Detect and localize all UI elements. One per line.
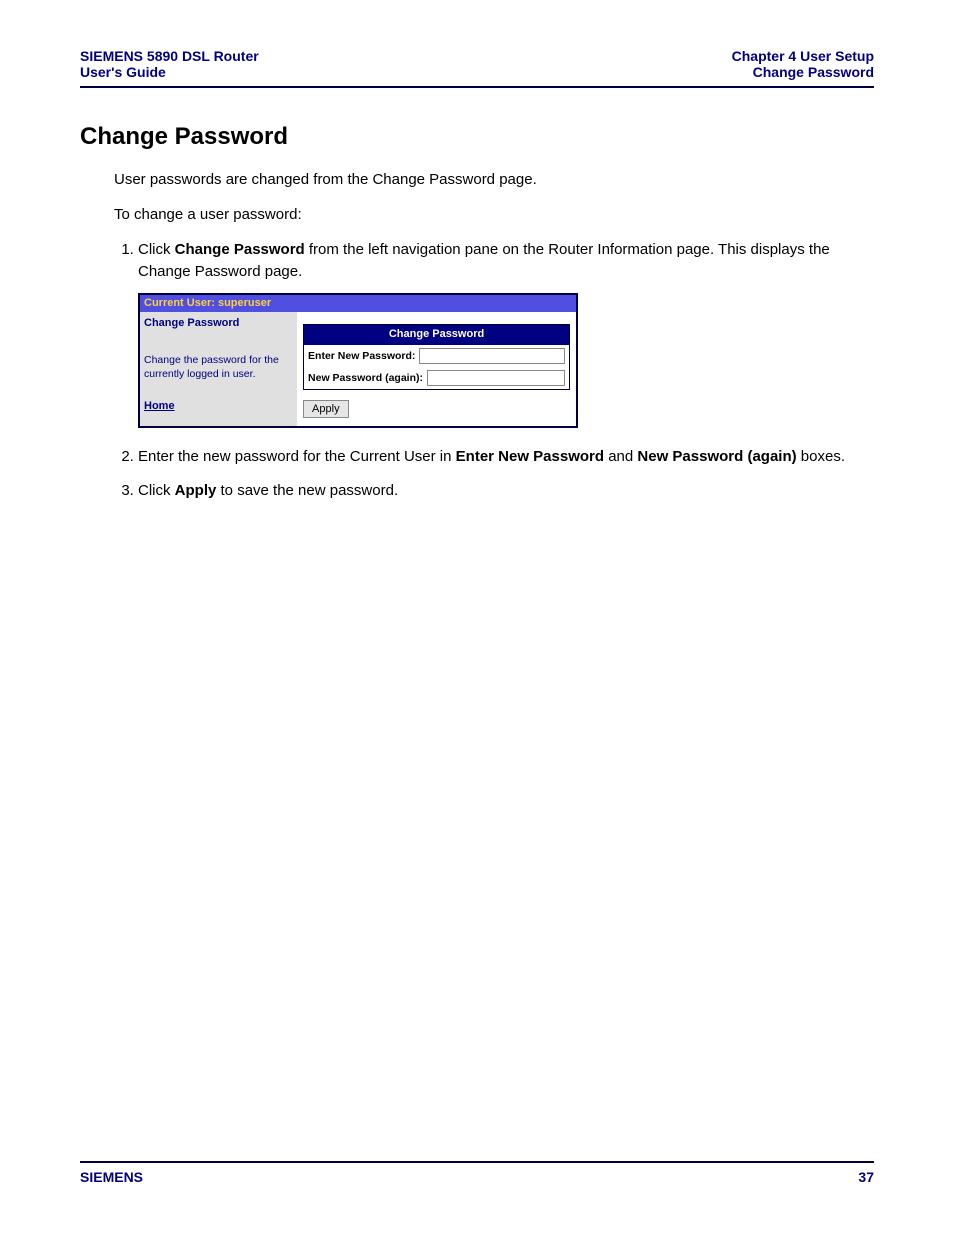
footer-page-number: 37 bbox=[858, 1169, 874, 1185]
step3-post: to save the new password. bbox=[216, 482, 398, 499]
step-1: Click Change Password from the left navi… bbox=[138, 239, 874, 428]
router-form-title: Change Password bbox=[304, 325, 569, 345]
step1-pre: Click bbox=[138, 241, 175, 258]
router-ui-screenshot: Current User: superuser Change Password … bbox=[138, 293, 578, 429]
footer-left: SIEMENS bbox=[80, 1169, 143, 1185]
router-sidebar: Change Password Change the password for … bbox=[140, 312, 297, 426]
apply-button[interactable]: Apply bbox=[303, 400, 349, 418]
router-topbar: Current User: superuser bbox=[140, 295, 576, 313]
router-sidebar-desc: Change the password for the currently lo… bbox=[144, 354, 293, 380]
step2-post: boxes. bbox=[797, 448, 845, 465]
router-sidebar-title: Change Password bbox=[144, 316, 293, 332]
page-title: Change Password bbox=[80, 123, 874, 151]
step1-bold: Change Password bbox=[175, 241, 305, 258]
intro-text-1: User passwords are changed from the Chan… bbox=[114, 169, 874, 190]
step-2: Enter the new password for the Current U… bbox=[138, 446, 874, 468]
step2-pre: Enter the new password for the Current U… bbox=[138, 448, 456, 465]
page-footer: SIEMENS 37 bbox=[80, 1161, 874, 1185]
router-form: Change Password Enter New Password: New … bbox=[303, 324, 570, 390]
intro-text-2: To change a user password: bbox=[114, 204, 874, 225]
step3-pre: Click bbox=[138, 482, 175, 499]
header-right-line2: Change Password bbox=[732, 64, 874, 80]
label-enter-new-password: Enter New Password: bbox=[308, 349, 415, 364]
page-header: SIEMENS 5890 DSL Router User's Guide Cha… bbox=[80, 48, 874, 88]
header-left-line2: User's Guide bbox=[80, 64, 259, 80]
step2-bold2: New Password (again) bbox=[637, 448, 796, 465]
header-left-line1: SIEMENS 5890 DSL Router bbox=[80, 48, 259, 64]
step2-bold1: Enter New Password bbox=[456, 448, 604, 465]
router-home-link[interactable]: Home bbox=[144, 400, 175, 412]
header-right-line1: Chapter 4 User Setup bbox=[732, 48, 874, 64]
step-3: Click Apply to save the new password. bbox=[138, 480, 874, 502]
input-enter-new-password[interactable] bbox=[419, 348, 565, 364]
step3-bold: Apply bbox=[175, 482, 217, 499]
label-new-password-again: New Password (again): bbox=[308, 371, 423, 386]
step2-mid: and bbox=[604, 448, 637, 465]
input-new-password-again[interactable] bbox=[427, 370, 565, 386]
